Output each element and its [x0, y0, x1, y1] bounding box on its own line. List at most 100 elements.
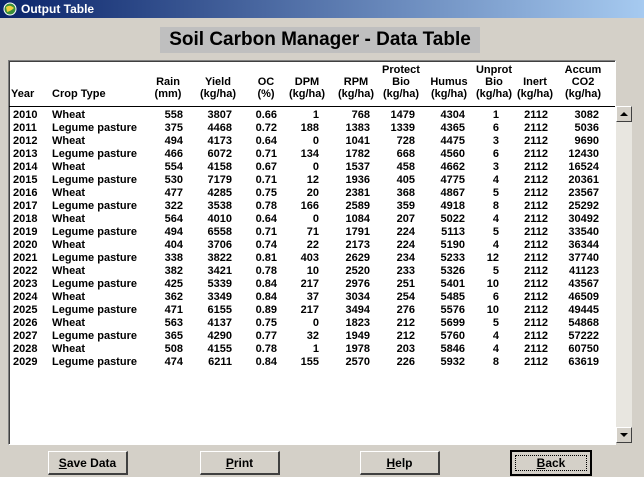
- protect-bio-cell: 728: [396, 135, 415, 147]
- rpm-cell: 1084: [345, 213, 370, 225]
- data-table[interactable]: Year Crop Type Rain (mm) Yield (kg/ha) OC(…: [8, 60, 616, 445]
- inert-cell: 2112: [524, 356, 548, 368]
- table-row[interactable]: 2020 Wheat 404 3706 0.74 22 2173 224 5190 4 2112 36…: [9, 239, 615, 252]
- col-header-inert-line: Inert: [523, 76, 547, 88]
- inert-cell: 2112: [524, 239, 548, 251]
- table-row[interactable]: 2029 Legume pasture 474 6211 0.84 155 2570 226 5…: [9, 356, 615, 369]
- dpm-cell: 37: [306, 291, 319, 303]
- table-row[interactable]: 2015 Legume pasture 530 7179 0.71 12 1936 405 47…: [9, 174, 615, 187]
- col-header-yield-line: Yield: [205, 76, 231, 88]
- col-header-prot-line: Protect: [382, 64, 420, 76]
- vertical-scrollbar[interactable]: [616, 106, 632, 443]
- print-button[interactable]: Print: [200, 451, 280, 475]
- col-header-protect-bio: Protect Bio (kg/ha): [377, 61, 425, 105]
- dpm-cell: 1: [312, 109, 319, 121]
- year-cell: 2023: [13, 278, 38, 290]
- table-row[interactable]: 2018 Wheat 564 4010 0.64 0 1084 207 5022 4 2112 304…: [9, 213, 615, 226]
- rpm-cell: 1537: [345, 161, 370, 173]
- rpm-cell: 2173: [345, 239, 370, 251]
- oc-cell: 0.75: [255, 187, 277, 199]
- table-row[interactable]: 2019 Legume pasture 494 6558 0.71 71 1791 224 51…: [9, 226, 615, 239]
- help-button[interactable]: Help: [360, 451, 440, 475]
- accum-co2-cell: 12430: [568, 148, 599, 160]
- inert-cell: 2112: [524, 187, 548, 199]
- table-row[interactable]: 2011 Legume pasture 375 4468 0.72 188 1383 1339…: [9, 122, 615, 135]
- protect-bio-cell: 1339: [390, 122, 415, 134]
- accum-co2-cell: 20361: [568, 174, 599, 186]
- inert-cell: 2112: [524, 343, 548, 355]
- col-header-rain-line: Rain: [156, 76, 180, 88]
- yield-cell: 6211: [208, 356, 232, 368]
- table-row[interactable]: 2023 Legume pasture 425 5339 0.84 217 2976 251 5…: [9, 278, 615, 291]
- table-row[interactable]: 2016 Wheat 477 4285 0.75 20 2381 368 4867 5 2112 23…: [9, 187, 615, 200]
- rpm-cell: 2381: [345, 187, 370, 199]
- col-header-dpm: DPM (kg/ha): [283, 61, 331, 105]
- crop-cell: Legume pasture: [52, 148, 137, 160]
- table-row[interactable]: 2010 Wheat 558 3807 0.66 1 768 1479 4304 1 2112 308…: [9, 109, 615, 122]
- year-cell: 2011: [13, 122, 37, 134]
- oc-cell: 0.67: [255, 161, 277, 173]
- dpm-cell: 403: [300, 252, 319, 264]
- unprot-bio-cell: 4: [492, 330, 499, 342]
- table-row[interactable]: 2017 Legume pasture 322 3538 0.78 166 2589 359 4…: [9, 200, 615, 213]
- table-row[interactable]: 2014 Wheat 554 4158 0.67 0 1537 458 4662 3 2112 165…: [9, 161, 615, 174]
- oc-cell: 0.64: [255, 213, 277, 225]
- table-row[interactable]: 2021 Legume pasture 338 3822 0.81 403 2629 234 5…: [9, 252, 615, 265]
- scroll-up-button[interactable]: [616, 106, 632, 122]
- col-header-yield: Yield (kg/ha): [193, 61, 243, 105]
- unprot-bio-cell: 12: [486, 252, 499, 264]
- rain-cell: 494: [164, 226, 183, 238]
- table-row[interactable]: 2022 Wheat 382 3421 0.78 10 2520 233 5326 5 2112 41…: [9, 265, 615, 278]
- protect-bio-cell: 359: [396, 200, 415, 212]
- unprot-bio-cell: 8: [492, 356, 499, 368]
- col-header-oc: OC (%): [251, 61, 281, 105]
- dpm-cell: 166: [300, 200, 319, 212]
- accum-co2-cell: 9690: [574, 135, 599, 147]
- back-button[interactable]: Back: [510, 450, 592, 476]
- col-header-year-line: Year: [11, 88, 35, 100]
- year-cell: 2021: [13, 252, 38, 264]
- scroll-down-button[interactable]: [616, 427, 632, 443]
- rain-cell: 477: [164, 187, 183, 199]
- table-row[interactable]: 2027 Legume pasture 365 4290 0.77 32 1949 212 57…: [9, 330, 615, 343]
- rain-cell: 494: [164, 135, 183, 147]
- rain-cell: 365: [164, 330, 183, 342]
- rpm-cell: 2570: [345, 356, 370, 368]
- table-row[interactable]: 2026 Wheat 563 4137 0.75 0 1823 212 5699 5 2112 548…: [9, 317, 615, 330]
- rpm-cell: 2976: [345, 278, 370, 290]
- humus-cell: 5022: [440, 213, 465, 225]
- crop-cell: Wheat: [52, 239, 85, 251]
- unprot-bio-cell: 6: [492, 122, 499, 134]
- humus-cell: 5233: [440, 252, 465, 264]
- save-data-button[interactable]: Save Data: [48, 451, 128, 475]
- protect-bio-cell: 458: [396, 161, 415, 173]
- protect-bio-cell: 405: [396, 174, 415, 186]
- rain-cell: 382: [164, 265, 183, 277]
- header-divider: [9, 106, 615, 107]
- table-row[interactable]: 2024 Wheat 362 3349 0.84 37 3034 254 5485 6 2112 46…: [9, 291, 615, 304]
- yield-cell: 4290: [207, 330, 232, 342]
- year-cell: 2024: [13, 291, 38, 303]
- humus-cell: 4304: [440, 109, 465, 121]
- inert-cell: 2112: [524, 317, 548, 329]
- inert-cell: 2112: [524, 122, 548, 134]
- accum-co2-cell: 30492: [568, 213, 599, 225]
- oc-cell: 0.84: [255, 278, 277, 290]
- humus-cell: 4775: [440, 174, 465, 186]
- table-row[interactable]: 2012 Wheat 494 4173 0.64 0 1041 728 4475 3 2112 969…: [9, 135, 615, 148]
- year-cell: 2010: [13, 109, 38, 121]
- table-row[interactable]: 2025 Legume pasture 471 6155 0.89 217 3494 276 5…: [9, 304, 615, 317]
- year-cell: 2025: [13, 304, 38, 316]
- table-row[interactable]: 2013 Legume pasture 466 6072 0.71 134 1782 668 4…: [9, 148, 615, 161]
- dpm-cell: 12: [306, 174, 319, 186]
- table-row[interactable]: 2028 Wheat 508 4155 0.78 1 1978 203 5846 4 2112 607…: [9, 343, 615, 356]
- crop-cell: Legume pasture: [52, 122, 137, 134]
- accum-co2-cell: 49445: [568, 304, 599, 316]
- col-header-prot-line: Bio: [392, 76, 410, 88]
- oc-cell: 0.71: [255, 148, 277, 160]
- crop-cell: Wheat: [52, 187, 85, 199]
- year-cell: 2017: [13, 200, 38, 212]
- oc-cell: 0.66: [255, 109, 277, 121]
- oc-cell: 0.84: [255, 291, 277, 303]
- humus-cell: 5932: [440, 356, 465, 368]
